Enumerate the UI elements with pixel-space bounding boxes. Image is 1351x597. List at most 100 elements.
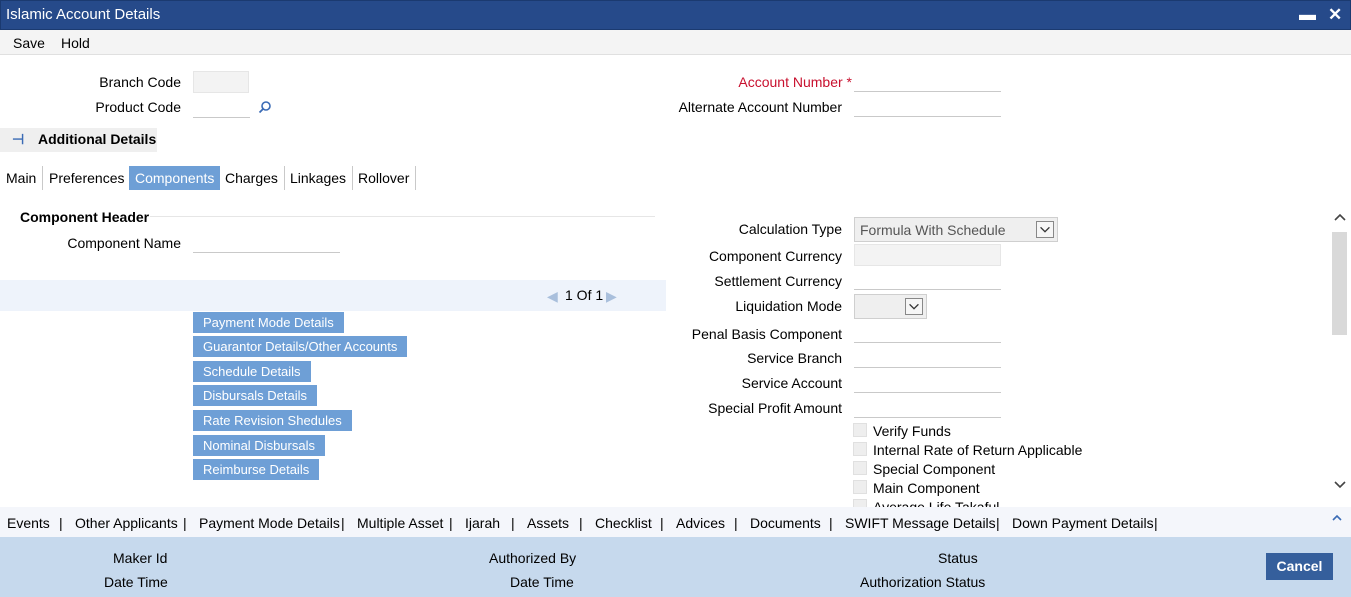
main-component-label: Main Component (873, 480, 980, 496)
footer-link-assets[interactable]: Assets (527, 515, 569, 531)
reimburse-details-button[interactable]: Reimburse Details (193, 459, 320, 480)
pager-text: 1 Of 1 (565, 287, 604, 303)
component-currency-label: Component Currency (708, 248, 842, 264)
footer-link-ijarah[interactable]: Ijarah (465, 515, 500, 531)
footer-link-advices[interactable]: Advices (676, 515, 725, 531)
calculation-type-value: Formula With Schedule (860, 222, 1006, 238)
footer-separator: | (734, 515, 738, 531)
schedule-details-button[interactable]: Schedule Details (193, 361, 311, 382)
settlement-currency-input[interactable] (854, 268, 1001, 290)
chevron-up-icon[interactable] (1331, 513, 1343, 522)
content-scrollbar[interactable] (1331, 200, 1349, 495)
account-number-label: Account Number * (738, 74, 852, 90)
footer-separator: | (1154, 515, 1158, 531)
calculation-type-label: Calculation Type (738, 221, 842, 237)
special-profit-label: Special Profit Amount (708, 400, 842, 416)
chevron-down-icon[interactable] (1036, 221, 1054, 238)
footer-link-checklist[interactable]: Checklist (595, 515, 652, 531)
product-code-input[interactable] (193, 96, 250, 118)
product-code-label: Product Code (95, 99, 181, 115)
clipped-checkbox-row: Average Life Takaful (853, 497, 1153, 507)
account-number-input[interactable] (854, 70, 1001, 92)
footer-separator: | (511, 515, 515, 531)
additional-details-header[interactable]: ⊣ Additional Details (0, 128, 157, 152)
average-life-checkbox[interactable] (853, 499, 867, 507)
special-component-label: Special Component (873, 461, 996, 477)
audit-status-bar: Maker Id Date Time Authorized By Date Ti… (0, 537, 1351, 597)
save-button[interactable]: Save (13, 35, 45, 51)
tab-main[interactable]: Main (0, 166, 44, 190)
prev-page-icon[interactable]: ◀ (547, 288, 558, 305)
title-bar: Islamic Account Details ▬ ✕ (0, 0, 1351, 30)
component-header-divider (150, 216, 655, 217)
component-currency-input[interactable] (854, 244, 1001, 266)
tab-rollover[interactable]: Rollover (352, 166, 417, 190)
service-branch-label: Service Branch (747, 350, 842, 366)
footer-link-other-applicants[interactable]: Other Applicants (75, 515, 178, 531)
additional-details-title: Additional Details (38, 131, 157, 147)
component-name-label: Component Name (67, 235, 181, 251)
required-marker: * (846, 74, 852, 90)
footer-link-documents[interactable]: Documents (750, 515, 821, 531)
toolbar: Save Hold (0, 30, 1351, 55)
special-profit-input[interactable] (854, 396, 1001, 418)
tab-preferences[interactable]: Preferences (43, 166, 132, 190)
scroll-up-icon[interactable] (1333, 212, 1347, 222)
component-name-input[interactable] (193, 231, 340, 253)
payment-mode-details-button[interactable]: Payment Mode Details (193, 312, 344, 333)
alternate-account-input[interactable] (854, 95, 1001, 117)
tab-charges[interactable]: Charges (219, 166, 285, 190)
window-title: Islamic Account Details (6, 6, 161, 23)
maker-id-label: Maker Id (113, 550, 168, 566)
footer-link-swift-message-details[interactable]: SWIFT Message Details (845, 515, 996, 531)
minimize-icon[interactable]: ▬ (1299, 5, 1316, 25)
service-account-label: Service Account (741, 375, 842, 391)
irr-applicable-label: Internal Rate of Return Applicable (873, 442, 1083, 458)
footer-separator: | (183, 515, 187, 531)
branch-code-label: Branch Code (99, 74, 181, 90)
settlement-currency-label: Settlement Currency (714, 273, 842, 289)
penal-basis-input[interactable] (854, 321, 1001, 343)
scrollbar-thumb[interactable] (1332, 232, 1347, 335)
liquidation-mode-select[interactable] (854, 294, 927, 319)
footer-link-events[interactable]: Events (7, 515, 50, 531)
irr-applicable-checkbox[interactable] (853, 442, 867, 456)
rate-revision-schedules-button[interactable]: Rate Revision Shedules (193, 410, 352, 431)
footer-separator: | (660, 515, 664, 531)
collapse-icon[interactable]: ⊣ (12, 131, 24, 148)
next-page-icon[interactable]: ▶ (606, 288, 617, 305)
service-account-input[interactable] (854, 371, 1001, 393)
main-component-checkbox[interactable] (853, 480, 867, 494)
footer-separator: | (341, 515, 345, 531)
nominal-disbursals-button[interactable]: Nominal Disbursals (193, 435, 325, 456)
footer-link-down-payment-details[interactable]: Down Payment Details (1012, 515, 1154, 531)
branch-code-input[interactable] (193, 71, 249, 93)
footer-separator: | (829, 515, 833, 531)
alternate-account-label: Alternate Account Number (678, 99, 842, 115)
service-branch-input[interactable] (854, 346, 1001, 368)
tab-linkages[interactable]: Linkages (284, 166, 354, 190)
hold-button[interactable]: Hold (61, 35, 90, 51)
scroll-down-icon[interactable] (1333, 480, 1347, 490)
calculation-type-select[interactable]: Formula With Schedule (854, 217, 1058, 242)
cancel-button[interactable]: Cancel (1266, 553, 1333, 580)
search-icon[interactable] (258, 100, 272, 114)
footer-separator: | (996, 515, 1000, 531)
footer-links-bar: Events | Other Applicants | Payment Mode… (0, 507, 1351, 537)
chevron-down-icon[interactable] (905, 298, 923, 315)
disbursals-details-button[interactable]: Disbursals Details (193, 385, 318, 406)
guarantor-details-button[interactable]: Guarantor Details/Other Accounts (193, 336, 408, 357)
tab-components[interactable]: Components (129, 166, 221, 190)
verify-funds-checkbox[interactable] (853, 423, 867, 437)
footer-link-multiple-asset[interactable]: Multiple Asset (357, 515, 443, 531)
component-header: Component Header (20, 209, 150, 225)
close-icon[interactable]: ✕ (1328, 5, 1342, 25)
component-pager: ◀ 1 Of 1 ▶ (0, 280, 666, 311)
status-label: Status (938, 550, 978, 566)
authorization-status-label: Authorization Status (860, 574, 986, 590)
footer-separator: | (59, 515, 63, 531)
footer-link-payment-mode-details[interactable]: Payment Mode Details (199, 515, 340, 531)
penal-basis-label: Penal Basis Component (691, 326, 842, 342)
verify-funds-label: Verify Funds (873, 423, 951, 439)
special-component-checkbox[interactable] (853, 461, 867, 475)
